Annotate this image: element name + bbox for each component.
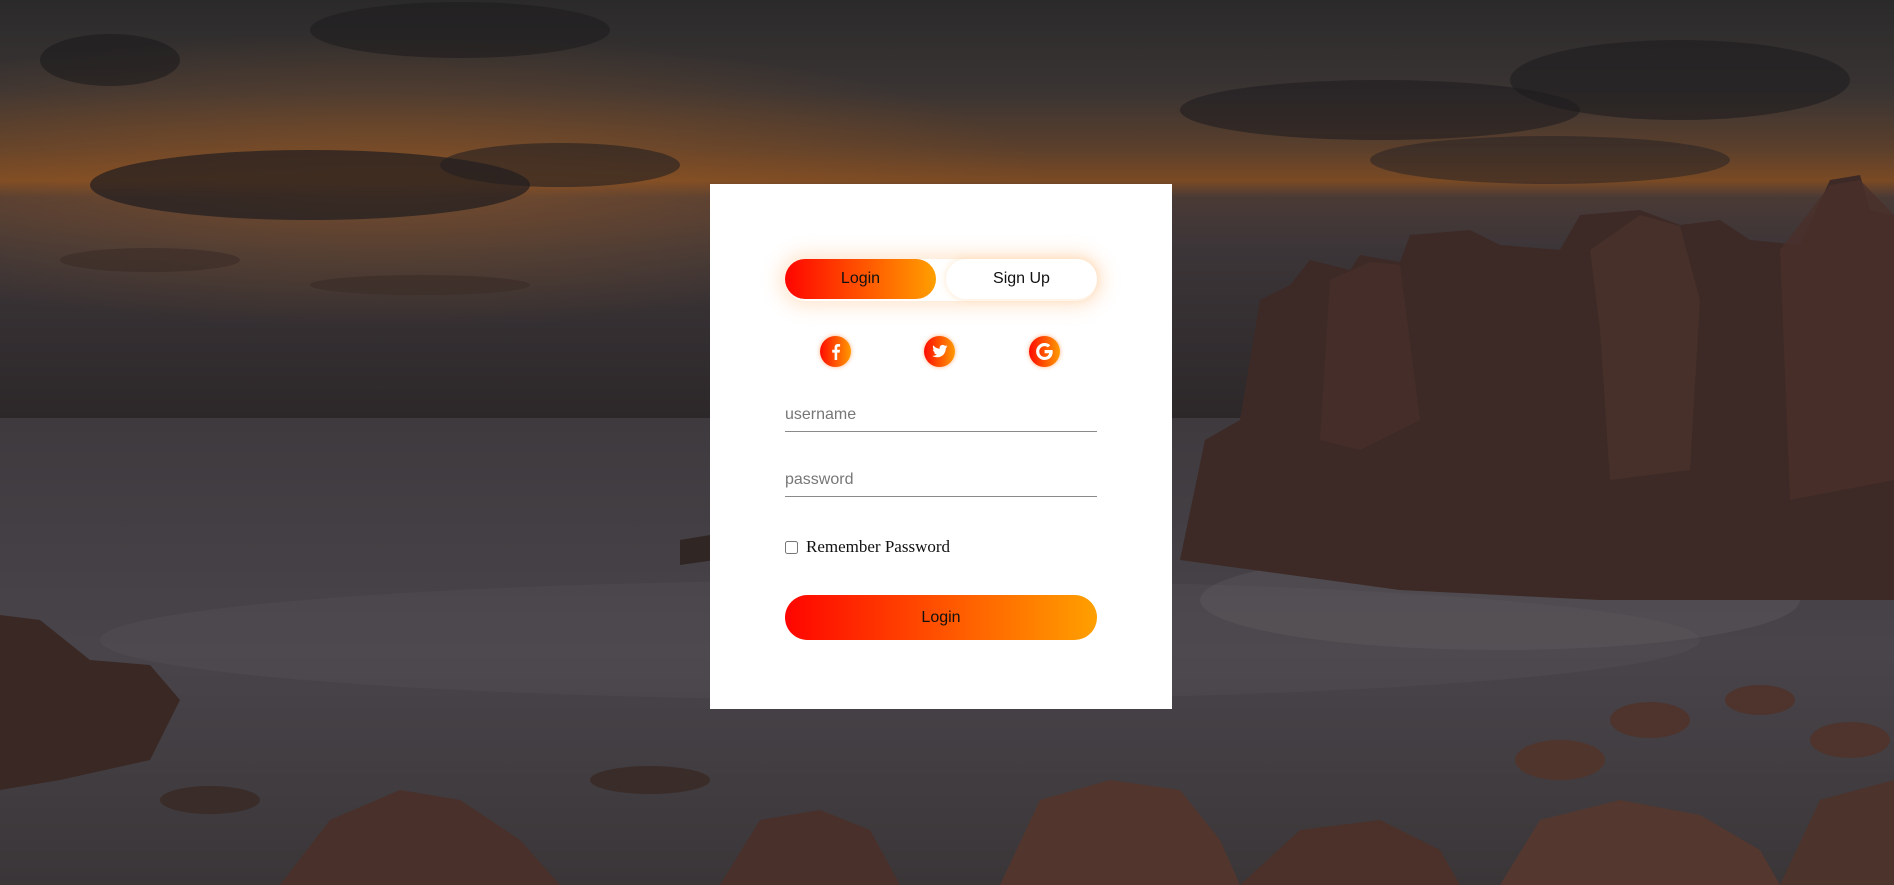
- login-page: Login Sign Up Remem: [0, 0, 1894, 885]
- password-field[interactable]: [785, 463, 1097, 497]
- remember-password-label: Remember Password: [806, 537, 951, 556]
- auth-tab-toggle: Login Sign Up: [785, 259, 1097, 301]
- login-card: Login Sign Up Remem: [710, 184, 1172, 709]
- remember-password-checkbox[interactable]: [785, 540, 798, 554]
- facebook-icon[interactable]: [820, 336, 851, 367]
- tab-sign-up[interactable]: Sign Up: [946, 259, 1097, 299]
- tab-login[interactable]: Login: [785, 259, 936, 299]
- twitter-icon[interactable]: [924, 336, 955, 367]
- username-field[interactable]: [785, 398, 1097, 432]
- login-submit-button[interactable]: Login: [785, 595, 1097, 640]
- remember-password-row[interactable]: Remember Password: [785, 537, 950, 557]
- google-icon[interactable]: [1029, 336, 1060, 367]
- social-login-row: [710, 336, 1172, 368]
